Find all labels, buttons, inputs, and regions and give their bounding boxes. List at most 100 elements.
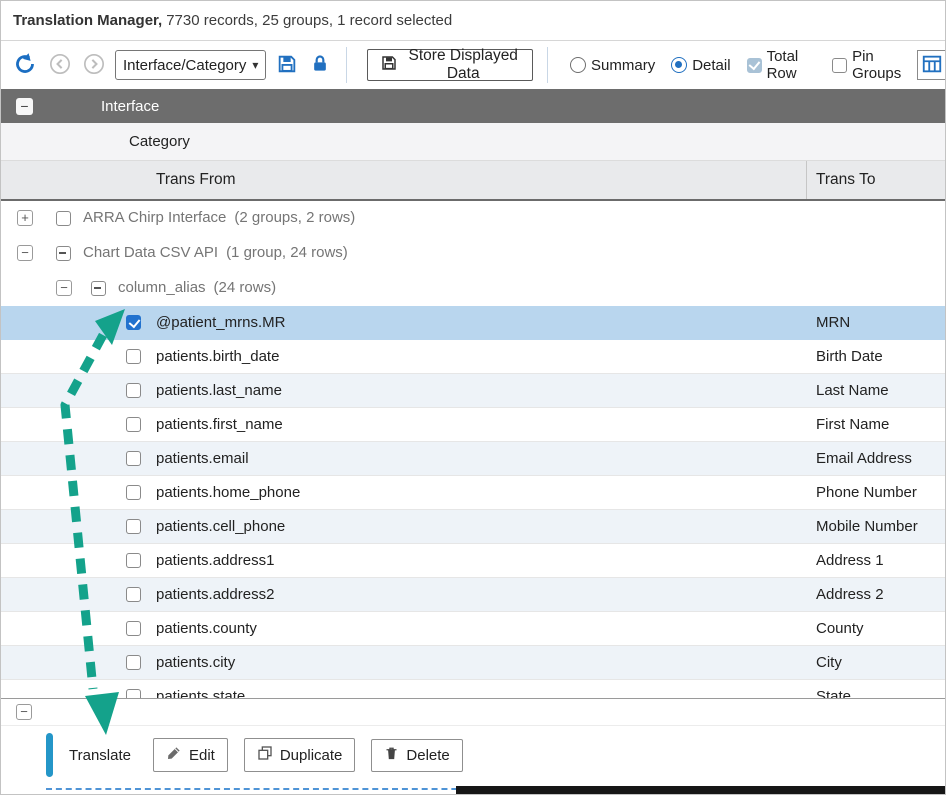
row-checkbox[interactable] xyxy=(126,485,141,500)
footer-collapse-toggle[interactable]: − xyxy=(16,704,32,720)
interface-group-header: − Interface xyxy=(1,89,945,123)
table-row[interactable]: patients.cell_phone Mobile Number xyxy=(1,510,945,544)
group-label: ARRA Chirp Interface xyxy=(83,209,226,226)
pin-groups-checkbox[interactable]: Pin Groups xyxy=(832,48,909,82)
duplicate-icon xyxy=(257,745,273,765)
trans-from-cell: patients.last_name xyxy=(156,382,282,399)
table-row[interactable]: patients.address1 Address 1 xyxy=(1,544,945,578)
table-row-selected[interactable]: @patient_mrns.MR MRN xyxy=(1,306,945,340)
row-checkbox[interactable] xyxy=(126,383,141,398)
trans-to-cell: Phone Number xyxy=(816,484,917,501)
group-meta: (2 groups, 2 rows) xyxy=(234,209,355,226)
row-checkbox[interactable] xyxy=(126,349,141,364)
trans-to-cell: MRN xyxy=(816,314,850,331)
undo-button[interactable] xyxy=(11,50,39,81)
trans-from-cell: patients.first_name xyxy=(156,416,283,433)
table-row[interactable]: patients.home_phone Phone Number xyxy=(1,476,945,510)
trans-from-cell: patients.address2 xyxy=(156,586,274,603)
row-checkbox-checked[interactable] xyxy=(126,315,141,330)
table-row[interactable]: patients.city City xyxy=(1,646,945,680)
lock-icon xyxy=(310,54,330,77)
translate-panel: Translate Edit Duplicate Delete xyxy=(46,726,487,790)
save-button[interactable] xyxy=(274,51,300,80)
panel-accent-bar xyxy=(46,733,53,777)
group-row-arra-chirp[interactable]: + ARRA Chirp Interface (2 groups, 2 rows) xyxy=(1,201,945,236)
translate-panel-label: Translate xyxy=(69,747,131,764)
save-floppy-icon xyxy=(276,53,298,78)
trans-from-cell: @patient_mrns.MR xyxy=(156,314,285,331)
trans-from-cell: patients.county xyxy=(156,620,257,637)
row-checkbox[interactable] xyxy=(126,519,141,534)
row-checkbox[interactable] xyxy=(126,621,141,636)
total-row-checkbox[interactable]: Total Row xyxy=(747,48,817,82)
trans-from-cell: patients.city xyxy=(156,654,235,671)
row-checkbox[interactable] xyxy=(126,417,141,432)
summary-radio[interactable]: Summary xyxy=(570,57,655,74)
summary-radio-label: Summary xyxy=(591,57,655,74)
bottom-taskbar-strip xyxy=(456,786,945,794)
table-row[interactable]: patients.birth_date Birth Date xyxy=(1,340,945,374)
group-label: Chart Data CSV API xyxy=(83,244,218,261)
table-row[interactable]: patients.email Email Address xyxy=(1,442,945,476)
title-bar: Translation Manager, 7730 records, 25 gr… xyxy=(1,1,945,41)
lock-button[interactable] xyxy=(308,52,332,79)
back-icon xyxy=(49,53,71,78)
trash-icon xyxy=(384,746,399,765)
column-header-row: Trans From Trans To xyxy=(1,161,945,201)
detail-radio-label: Detail xyxy=(692,57,730,74)
toolbar-separator xyxy=(547,47,548,83)
trans-to-cell: Email Address xyxy=(816,450,912,467)
view-mode-select[interactable]: Interface/Category ▾ xyxy=(115,50,266,80)
total-row-label: Total Row xyxy=(767,48,817,82)
delete-button[interactable]: Delete xyxy=(371,739,462,772)
table-grid-icon xyxy=(921,53,943,78)
row-checkbox[interactable] xyxy=(126,553,141,568)
back-button[interactable] xyxy=(47,51,73,80)
pin-groups-label: Pin Groups xyxy=(852,48,909,82)
undo-icon xyxy=(13,52,37,79)
trans-to-cell: County xyxy=(816,620,864,637)
row-checkbox[interactable] xyxy=(126,587,141,602)
forward-button[interactable] xyxy=(81,51,107,80)
checkbox-icon xyxy=(832,58,847,73)
row-checkbox[interactable] xyxy=(126,655,141,670)
group-label: column_alias xyxy=(118,279,206,296)
radio-icon xyxy=(570,57,586,73)
table-row[interactable]: patients.state State xyxy=(1,680,945,698)
app-title: Translation Manager, xyxy=(13,12,162,29)
trans-to-cell: State xyxy=(816,688,851,698)
interface-collapse-toggle[interactable]: − xyxy=(16,98,33,115)
pencil-icon xyxy=(166,745,182,765)
group-checkbox-indeterminate[interactable] xyxy=(91,281,106,296)
table-row[interactable]: patients.first_name First Name xyxy=(1,408,945,442)
table-layout-button[interactable] xyxy=(917,50,946,80)
row-checkbox[interactable] xyxy=(126,451,141,466)
delete-button-label: Delete xyxy=(406,747,449,764)
trans-from-cell: patients.birth_date xyxy=(156,348,279,365)
group-checkbox[interactable] xyxy=(56,211,71,226)
table-row[interactable]: patients.address2 Address 2 xyxy=(1,578,945,612)
edit-button-label: Edit xyxy=(189,747,215,764)
detail-radio[interactable]: Detail xyxy=(671,57,730,74)
table-row[interactable]: patients.county County xyxy=(1,612,945,646)
toolbar: Interface/Category ▾ Store Displayed Dat… xyxy=(1,41,945,89)
edit-button[interactable]: Edit xyxy=(153,738,228,772)
collapse-toggle-icon[interactable]: − xyxy=(17,245,33,261)
group-checkbox-indeterminate[interactable] xyxy=(56,246,71,261)
collapse-toggle-icon[interactable]: − xyxy=(56,280,72,296)
trans-from-cell: patients.state xyxy=(156,688,245,698)
footer-collapse-bar: − xyxy=(1,698,945,726)
group-row-column-alias[interactable]: − column_alias(24 rows) xyxy=(1,271,945,306)
col-header-trans-to[interactable]: Trans To xyxy=(816,171,875,189)
trans-from-cell: patients.cell_phone xyxy=(156,518,285,535)
trans-to-cell: Last Name xyxy=(816,382,889,399)
group-row-chart-data-csv-api[interactable]: − Chart Data CSV API(1 group, 24 rows) xyxy=(1,236,945,271)
row-checkbox[interactable] xyxy=(126,689,141,698)
trans-to-cell: Mobile Number xyxy=(816,518,918,535)
duplicate-button[interactable]: Duplicate xyxy=(244,738,356,772)
table-row[interactable]: patients.last_name Last Name xyxy=(1,374,945,408)
duplicate-button-label: Duplicate xyxy=(280,747,343,764)
store-displayed-data-button[interactable]: Store Displayed Data xyxy=(367,49,533,81)
expand-toggle-icon[interactable]: + xyxy=(17,210,33,226)
col-header-trans-from[interactable]: Trans From xyxy=(156,171,236,189)
